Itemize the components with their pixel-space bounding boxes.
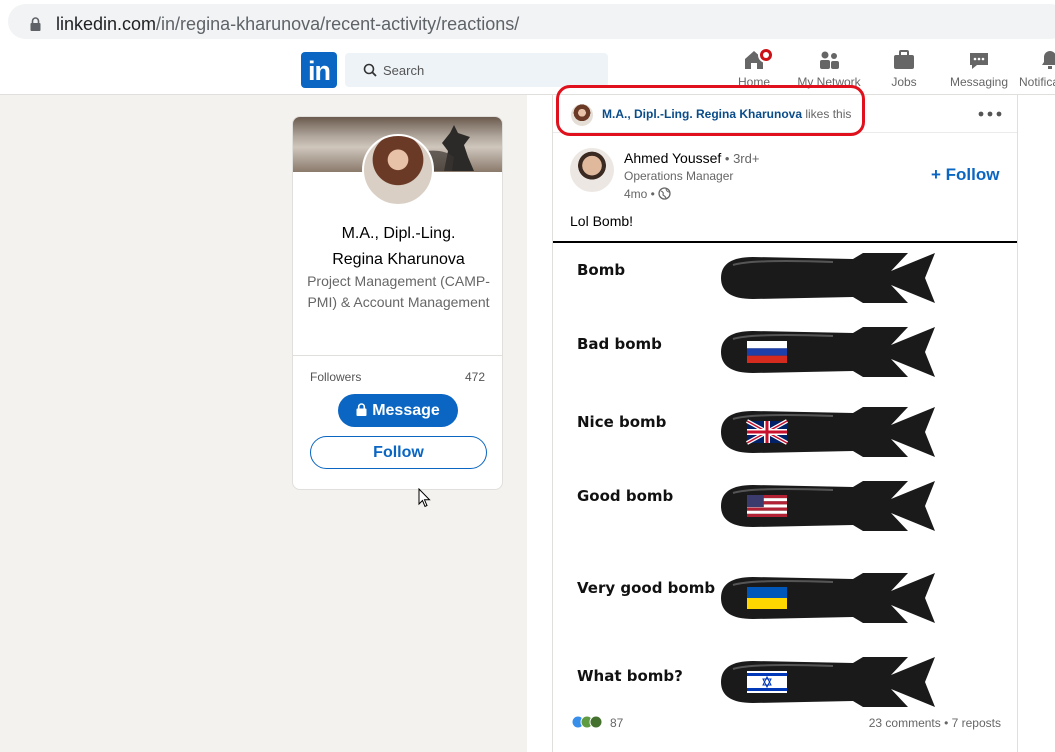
- followers-count: 472: [464, 370, 485, 384]
- bomb-graphic: [721, 481, 935, 531]
- bomb-label: Bad bomb: [577, 335, 662, 353]
- browser-url-bar: linkedin.com/in/regina-kharunova/recent-…: [0, 0, 1055, 44]
- profile-card: M.A., Dipl.-Ling. Regina Kharunova Proje…: [292, 116, 503, 490]
- red-highlight-annotation: [556, 85, 865, 136]
- bomb-label: Very good bomb: [577, 579, 716, 597]
- search-icon: [363, 63, 377, 77]
- post-text: Lol Bomb!: [570, 213, 634, 229]
- bell-icon: [1042, 51, 1055, 69]
- bomb-graphic: [721, 657, 935, 707]
- bomb-row: Nice bomb: [553, 403, 1017, 463]
- jobs-icon: [894, 50, 914, 69]
- profile-name-line1: M.A., Dipl.-Ling.: [341, 225, 456, 242]
- profile-name-line2: Regina Kharunova: [332, 251, 465, 268]
- network-icon: [820, 51, 839, 69]
- linkedin-logo[interactable]: in: [301, 52, 337, 88]
- comments-reposts-count[interactable]: 23 comments • 7 reposts: [869, 716, 1001, 730]
- nav-messaging[interactable]: Messaging: [939, 48, 1019, 89]
- bomb-body: [721, 253, 935, 303]
- nav-messaging-label: Messaging: [949, 75, 1009, 89]
- message-button[interactable]: Message: [338, 394, 458, 427]
- message-button-label: Message: [372, 402, 440, 419]
- bomb-graphic: [721, 253, 935, 303]
- bomb-graphic: [721, 573, 935, 623]
- divider: [293, 355, 502, 356]
- more-options-icon[interactable]: [977, 107, 1003, 121]
- lock-icon: [30, 17, 41, 31]
- url-path: /in/regina-kharunova/recent-activity/rea…: [156, 14, 520, 34]
- follow-button[interactable]: Follow: [310, 436, 487, 469]
- bomb-row: Good bomb: [553, 477, 1017, 537]
- post-time: 4mo •: [624, 187, 671, 201]
- bomb-row: Bomb: [553, 249, 1017, 309]
- reaction-icons[interactable]: [571, 715, 607, 729]
- url-text: linkedin.com/in/regina-kharunova/recent-…: [56, 14, 519, 35]
- messaging-icon: [970, 53, 988, 69]
- profile-name: M.A., Dipl.-Ling. Regina Kharunova: [293, 221, 502, 273]
- url-host: linkedin.com: [56, 14, 157, 34]
- globe-icon: [658, 187, 671, 200]
- author-name-row: Ahmed Youssef • 3rd+: [624, 150, 759, 166]
- bomb-row: Bad bomb: [553, 323, 1017, 383]
- post-social-counts: 87 23 comments • 7 reposts: [553, 707, 1017, 737]
- search-placeholder: Search: [383, 63, 425, 78]
- address-field[interactable]: linkedin.com/in/regina-kharunova/recent-…: [8, 4, 1055, 39]
- bomb-label: What bomb?: [577, 667, 683, 685]
- nav-jobs-label: Jobs: [891, 75, 917, 89]
- nav-jobs[interactable]: Jobs: [864, 48, 944, 89]
- feed-post: M.A., Dipl.-Ling. Regina Kharunova likes…: [552, 95, 1018, 752]
- bomb-label: Good bomb: [577, 487, 674, 505]
- nav-home[interactable]: Home: [714, 47, 794, 89]
- bomb-graphic: [721, 327, 935, 377]
- lock-icon: [356, 403, 367, 416]
- search-input[interactable]: Search: [345, 53, 608, 87]
- bomb-row: Very good bomb: [553, 569, 1017, 629]
- connection-degree: • 3rd+: [721, 151, 760, 166]
- post-time-text: 4mo •: [624, 187, 655, 201]
- nav-notifications[interactable]: Notifications: [1012, 48, 1055, 89]
- bomb-label: Bomb: [577, 261, 626, 279]
- nav-my-network[interactable]: My Network: [789, 48, 869, 89]
- bomb-row: What bomb?: [553, 653, 1017, 713]
- author-name[interactable]: Ahmed Youssef: [624, 150, 721, 166]
- bomb-label: Nice bomb: [577, 413, 667, 431]
- mouse-cursor-icon: [418, 488, 431, 508]
- author-avatar[interactable]: [570, 148, 614, 192]
- follow-author-button[interactable]: + Follow: [931, 165, 999, 185]
- nav-notifications-label: Notifications: [1019, 75, 1055, 89]
- profile-headline: Project Management (CAMP-PMI) & Account …: [307, 273, 490, 310]
- reactions-count[interactable]: 87: [610, 716, 623, 730]
- post-image[interactable]: Bomb Bad bomb Nice bomb Good bomb Very good …: [553, 241, 1017, 707]
- bomb-graphic: [721, 407, 935, 457]
- notification-badge: [758, 47, 774, 63]
- author-title: Operations Manager: [624, 169, 734, 183]
- followers-label: Followers: [310, 370, 362, 384]
- avatar[interactable]: [362, 134, 434, 206]
